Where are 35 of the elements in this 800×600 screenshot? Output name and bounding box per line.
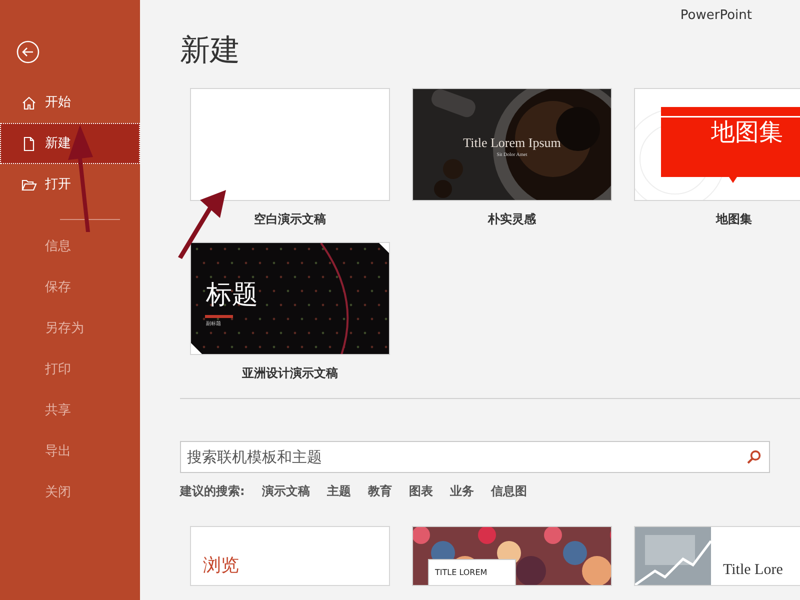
template-thumbnail[interactable]: 地图集	[634, 88, 800, 201]
slide-title: Title Lorem Ipsum	[462, 134, 562, 152]
app-name: PowerPoint	[680, 7, 752, 25]
slide-title: Title Lore	[723, 561, 783, 580]
suggestions-label: 建议的搜索:	[180, 483, 245, 500]
suggestion-link[interactable]: 业务	[450, 482, 474, 500]
template-name: 亚洲设计演示文稿	[241, 365, 339, 382]
slide-title: 标题	[206, 281, 258, 310]
page-title: 新建	[180, 36, 241, 66]
search-icon[interactable]	[746, 449, 762, 465]
suggestion-link[interactable]: 演示文稿	[262, 482, 310, 500]
slide-title: 地图集	[710, 119, 784, 146]
menu-item[interactable]: 打开	[0, 164, 140, 205]
accent-bar	[205, 315, 233, 318]
home-icon	[21, 94, 37, 110]
suggestion-link[interactable]: 图表	[408, 482, 433, 500]
template-thumbnail[interactable]: Title Lore	[634, 526, 800, 586]
menu-item[interactable]: 新建	[0, 123, 140, 164]
suggestion-link[interactable]: 教育	[368, 482, 392, 500]
document-icon	[21, 136, 37, 152]
search-field[interactable]: 搜索联机模板和主题	[180, 441, 770, 473]
template-name: 地图集	[714, 211, 753, 228]
annotation-arrow	[178, 190, 226, 259]
slide-title: TITLE LOREM	[435, 567, 488, 579]
menu-item[interactable]: 开始	[0, 82, 140, 123]
template-name: 朴实灵感	[486, 211, 537, 228]
template-thumbnail[interactable]: TITLE LOREM	[412, 526, 612, 586]
suggestion-link[interactable]: 信息图	[490, 482, 527, 500]
back-icon[interactable]	[16, 40, 40, 64]
template-name: 空白演示文稿	[253, 211, 327, 228]
suggestion-link[interactable]: 主题	[326, 482, 351, 500]
browse-label: 浏览	[203, 554, 239, 578]
template-thumbnail[interactable]	[190, 88, 390, 201]
divider	[60, 219, 120, 220]
template-thumbnail[interactable]: 浏览	[190, 526, 390, 586]
